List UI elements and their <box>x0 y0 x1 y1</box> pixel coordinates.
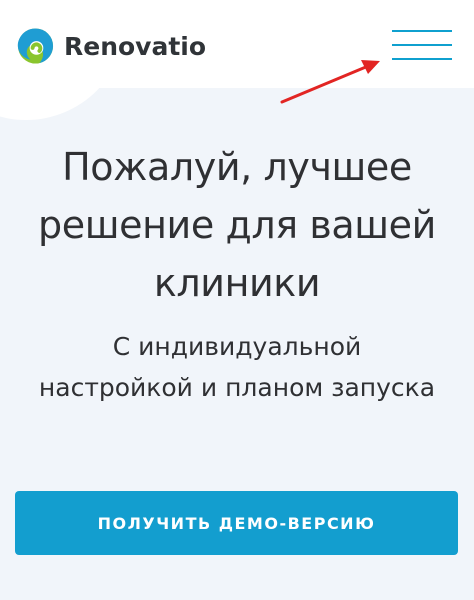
arrow-icon <box>280 60 380 104</box>
hamburger-menu-button[interactable] <box>386 22 456 68</box>
hero-subheadline-line: настройкой и планом запуска <box>38 373 436 402</box>
menu-line-bottom <box>392 58 452 60</box>
hero-headline: Пожалуй, лучшее решение для вашей клиник… <box>20 138 454 312</box>
mobile-page: Renovatio Пожалуй, лучшее решение для ва… <box>0 0 474 600</box>
hero-subheadline-line: С индивидуальной <box>112 332 362 361</box>
brand-name: Renovatio <box>64 31 207 61</box>
hero-headline-line: клиники <box>153 261 321 305</box>
hero-headline-line: Пожалуй, лучшее <box>62 145 412 189</box>
renovatio-logo-icon <box>17 28 54 64</box>
hero-subheadline: С индивидуальной настройкой и планом зап… <box>18 326 456 408</box>
menu-line-middle <box>392 44 452 46</box>
menu-line-top <box>392 30 452 32</box>
brand-logo[interactable]: Renovatio <box>16 26 206 66</box>
hero-headline-line: решение для вашей <box>38 203 436 247</box>
get-demo-button[interactable]: ПОЛУЧИТЬ ДЕМО-ВЕРСИЮ <box>15 491 458 555</box>
